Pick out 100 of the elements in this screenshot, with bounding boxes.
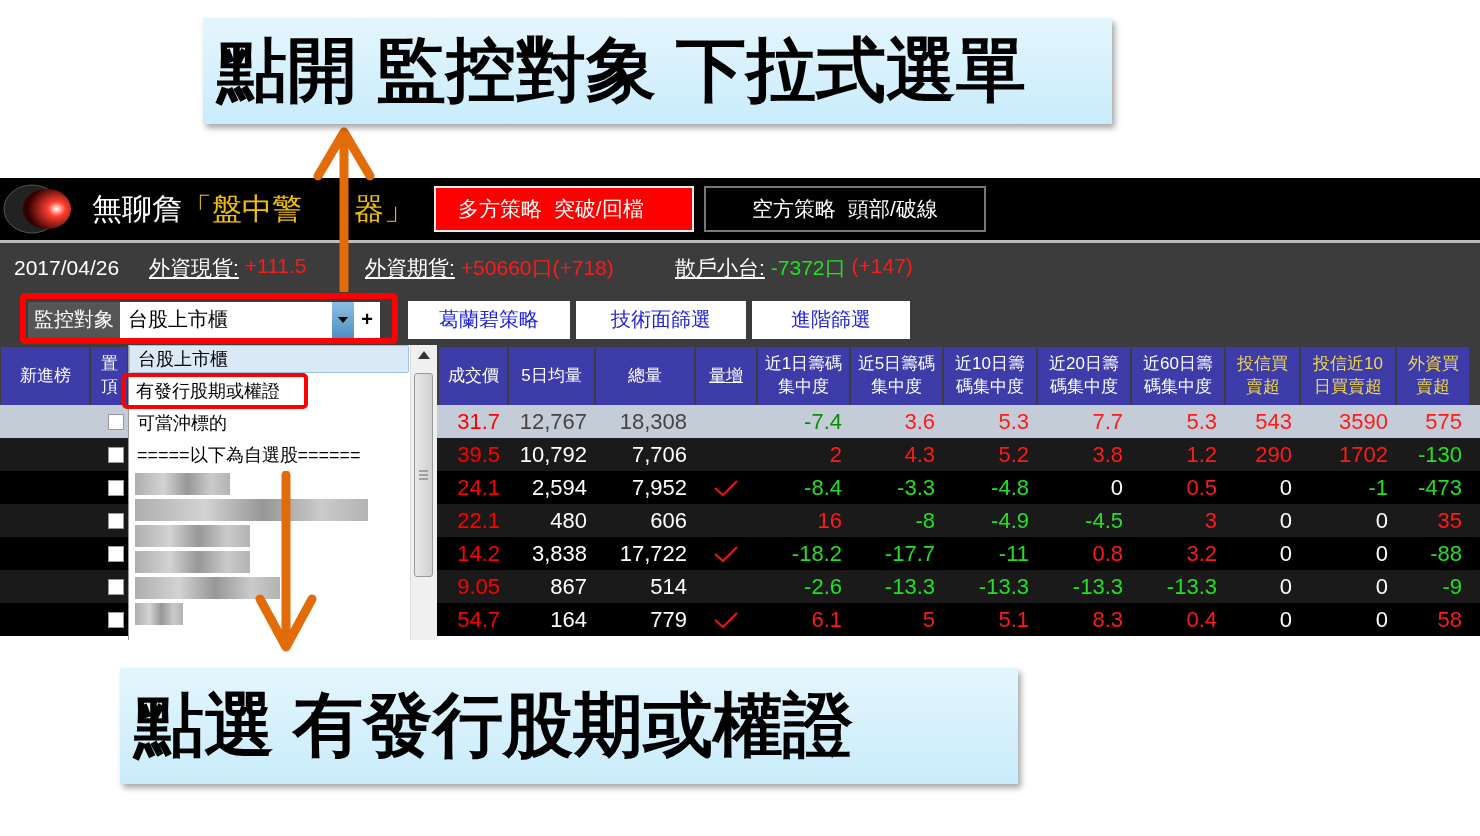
scroll-up-icon[interactable] <box>418 351 430 359</box>
column-header[interactable]: 近1日籌碼集中度 <box>758 347 849 405</box>
blurred-text <box>135 603 183 625</box>
table-cell-text: 5 <box>921 605 936 634</box>
callout-caption: 點選 有發行股期或權證 <box>120 668 1018 784</box>
table-cell-text: 4.3 <box>903 440 936 469</box>
table-cell-text: -473 <box>1416 473 1463 502</box>
table-cell-text: 0 <box>1278 506 1293 535</box>
pin-checkbox[interactable] <box>108 512 124 529</box>
column-header[interactable]: 量增 <box>696 347 756 405</box>
table-cell-text: 0 <box>1374 572 1389 601</box>
table-cell: 24.1 <box>457 474 500 501</box>
table-cell-text: 514 <box>649 572 688 601</box>
app-title: 器」 <box>354 190 414 227</box>
table-cell: 31.7 <box>457 408 500 435</box>
table-cell-text: 164 <box>549 605 588 634</box>
column-header[interactable]: 近20日籌碼集中度 <box>1038 347 1130 405</box>
table-cell: 39.5 <box>457 441 500 468</box>
table-cell-text: -1 <box>1367 473 1389 502</box>
indicator-link[interactable]: 散戶小台: <box>675 253 765 282</box>
table-cell-text: 480 <box>549 506 588 535</box>
table-cell-text: 0.8 <box>1091 539 1124 568</box>
filter-button[interactable]: 技術面篩選 <box>576 300 746 339</box>
table-cell-text: 58 <box>1436 605 1463 634</box>
table-cell-text: -2.6 <box>803 572 843 601</box>
table-cell-text: 3.2 <box>1185 539 1218 568</box>
table-cell-text: 0 <box>1278 473 1293 502</box>
column-header[interactable]: 成交價 <box>439 347 507 405</box>
table-cell-text: -4.8 <box>990 473 1030 502</box>
table-cell-text: 5.3 <box>1185 407 1218 436</box>
table-cell-text: -17.7 <box>883 539 936 568</box>
indicator-link[interactable]: 外資期貨: <box>365 253 455 282</box>
column-header[interactable]: 置頂 <box>91 347 127 405</box>
add-button[interactable]: + <box>354 301 380 338</box>
table-cell-text: -8 <box>914 506 936 535</box>
table-cell-text: 35 <box>1436 506 1463 535</box>
table-cell-text: 3590 <box>1338 407 1389 436</box>
table-cell-text: 17,722 <box>618 539 688 568</box>
pin-checkbox[interactable] <box>108 413 124 430</box>
pin-checkbox[interactable] <box>108 545 124 562</box>
table-cell-text: 0 <box>1374 506 1389 535</box>
dropdown-option[interactable]: =====以下為自選股====== <box>129 441 367 469</box>
pin-checkbox[interactable] <box>108 578 124 595</box>
dropdown-button[interactable] <box>332 301 354 338</box>
column-header[interactable]: 總量 <box>596 347 694 405</box>
pin-checkbox[interactable] <box>108 611 124 628</box>
column-header[interactable]: 近60日籌碼集中度 <box>1132 347 1224 405</box>
app-title: 「盤中警 <box>182 190 302 227</box>
column-header[interactable]: 新進榜 <box>1 347 89 405</box>
table-cell-text: 0 <box>1278 539 1293 568</box>
table-cell-text: 6.1 <box>810 605 843 634</box>
table-cell-text: 18,308 <box>618 407 688 436</box>
table-cell: 9.05 <box>457 573 500 600</box>
table-cell-text: 5.2 <box>997 440 1030 469</box>
dropdown-option[interactable]: 有發行股期或權證 <box>122 373 308 409</box>
table-cell-text: 16 <box>816 506 843 535</box>
callout-caption: 點開 監控對象 下拉式選單 <box>203 18 1112 124</box>
table-cell-text: 0 <box>1109 473 1124 502</box>
table-cell: 14.2 <box>457 540 500 567</box>
indicator-value: (+147) <box>851 253 913 279</box>
column-header[interactable]: 投信買賣超 <box>1226 347 1299 405</box>
column-header[interactable]: 近10日籌碼集中度 <box>944 347 1036 405</box>
monitor-label: 監控對象 <box>28 301 120 338</box>
pin-checkbox[interactable] <box>108 446 124 463</box>
table-cell-text: 606 <box>649 506 688 535</box>
dropdown-option[interactable]: 可當沖標的 <box>129 409 233 437</box>
monitor-dropdown[interactable]: 台股上市櫃 <box>120 301 332 338</box>
scroll-thumb[interactable] <box>414 373 433 577</box>
table-cell-text: 3.8 <box>1091 440 1124 469</box>
date-label: 2017/04/26 <box>14 255 121 280</box>
column-header[interactable]: 近5日籌碼集中度 <box>851 347 942 405</box>
table-cell-text: 867 <box>549 572 588 601</box>
column-header[interactable]: 5日均量 <box>509 347 594 405</box>
filter-button[interactable]: 進階篩選 <box>752 300 910 339</box>
table-cell-text: 7,706 <box>630 440 688 469</box>
table-cell-text: -13.3 <box>977 572 1030 601</box>
pin-checkbox[interactable] <box>108 479 124 496</box>
dropdown-option[interactable]: 台股上市櫃 <box>129 345 409 373</box>
scrollbar[interactable] <box>410 345 437 640</box>
table-cell-text: 8.3 <box>1091 605 1124 634</box>
caret-icon <box>338 316 348 323</box>
table-cell-text: 5.3 <box>997 407 1030 436</box>
indicator-link[interactable]: 外資現貨: <box>149 253 239 282</box>
table-cell-text: -11 <box>997 539 1030 568</box>
table-cell-text: 3 <box>1203 506 1218 535</box>
strategy-tab[interactable]: 多方策略 突破/回檔 <box>434 186 694 232</box>
table-cell-text: 0.4 <box>1185 605 1218 634</box>
strategy-tab[interactable]: 空方策略 頭部/破線 <box>704 186 986 232</box>
table-cell-text: 12,767 <box>518 407 588 436</box>
column-header[interactable]: 投信近10日買賣超 <box>1301 347 1395 405</box>
table-cell-text: 1.2 <box>1185 440 1218 469</box>
table-cell-text: -13.3 <box>1071 572 1124 601</box>
table-cell-text: 290 <box>1254 440 1293 469</box>
table-cell-text: -7.4 <box>803 407 843 436</box>
filter-button[interactable]: 葛蘭碧策略 <box>408 300 570 339</box>
column-header[interactable]: 外資買賣超 <box>1397 347 1469 405</box>
table-cell-text: 2 <box>828 440 843 469</box>
table-cell-text: -4.9 <box>990 506 1030 535</box>
table-cell-text: 7.7 <box>1091 407 1124 436</box>
table-cell-text: 2,594 <box>530 473 588 502</box>
